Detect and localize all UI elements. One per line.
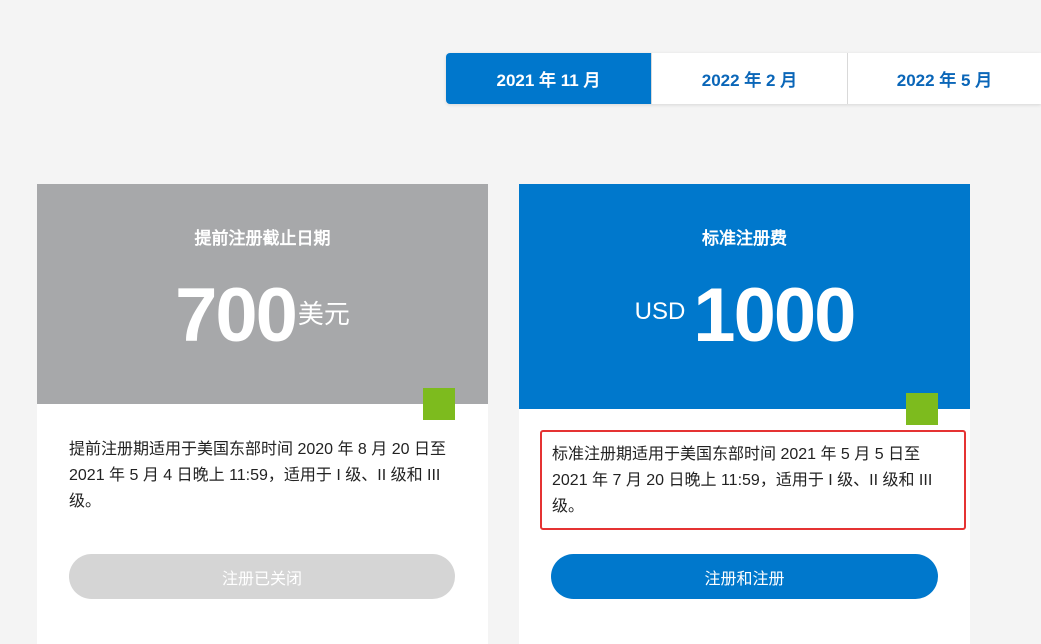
tab-2022-may[interactable]: 2022 年 5 月 (847, 53, 1041, 104)
early-price-unit: 美元 (297, 299, 350, 329)
standard-card-header: 标准注册费 USD 1000 (519, 184, 970, 409)
early-card-header: 提前注册截止日期 700 美元 (37, 184, 488, 404)
early-price-amount: 700 (175, 273, 298, 358)
standard-card-title: 标准注册费 (702, 229, 787, 248)
standard-card-description: 标准注册期适用于美国东部时间 2021 年 5 月 5 日至 2021 年 7 … (540, 430, 966, 530)
early-price: 700 美元 (37, 276, 488, 356)
green-accent-square (906, 393, 938, 425)
register-button[interactable]: 注册和注册 (551, 554, 938, 599)
tab-2021-nov[interactable]: 2021 年 11 月 (446, 53, 651, 104)
registration-closed-button: 注册已关闭 (69, 554, 455, 599)
standard-registration-card: 标准注册费 USD 1000 标准注册期适用于美国东部时间 2021 年 5 月… (519, 184, 970, 644)
early-card-description: 提前注册期适用于美国东部时间 2020 年 8 月 20 日至 2021 年 5… (69, 441, 446, 510)
green-accent-square (423, 388, 455, 420)
early-registration-card: 提前注册截止日期 700 美元 提前注册期适用于美国东部时间 2020 年 8 … (37, 184, 488, 644)
tab-2022-feb[interactable]: 2022 年 2 月 (651, 53, 847, 104)
date-tabs: 2021 年 11 月 2022 年 2 月 2022 年 5 月 (446, 53, 1041, 104)
standard-price-currency: USD (634, 298, 686, 325)
standard-price-amount: 1000 (693, 273, 856, 358)
standard-price: USD 1000 (519, 276, 970, 356)
early-card-title: 提前注册截止日期 (194, 229, 331, 248)
